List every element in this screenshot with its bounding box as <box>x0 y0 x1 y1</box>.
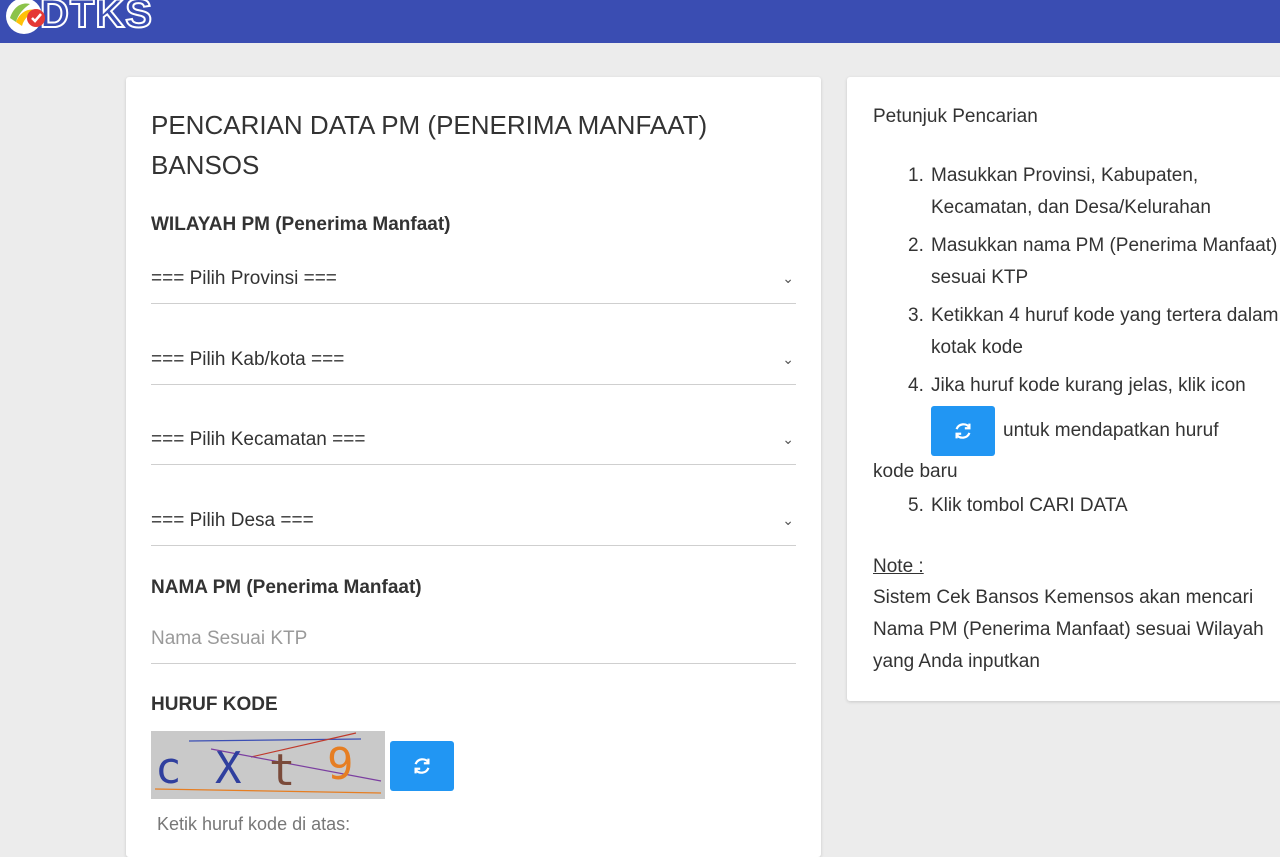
top-navbar: DTKS <box>0 0 1280 43</box>
refresh-captcha-example-button[interactable] <box>931 406 995 456</box>
kode-label: HURUF KODE <box>151 694 278 715</box>
kode-hint: Ketik huruf kode di atas: <box>157 814 351 834</box>
provinsi-select[interactable]: === Pilih Provinsi === ⌄ <box>151 254 796 304</box>
note-label: Note : <box>873 556 924 577</box>
chevron-down-icon: ⌄ <box>782 351 794 367</box>
step-text: Klik tombol CARI DATA <box>931 495 1128 516</box>
step-number: 1. <box>908 165 924 186</box>
guide-step: 2. Masukkan nama PM (Penerima Manfaat) s… <box>873 230 1280 294</box>
captcha-char: X <box>215 743 242 794</box>
step-text: Masukkan nama PM (Penerima Manfaat) sesu… <box>931 235 1278 288</box>
step-text: Ketikkan 4 huruf kode yang tertera dalam… <box>931 305 1279 358</box>
step-number: 4. <box>908 375 924 396</box>
captcha-image: c X t 9 <box>151 731 385 799</box>
search-form-card: PENCARIAN DATA PM (PENERIMA MANFAAT) BAN… <box>126 77 821 857</box>
step-text: Jika huruf kode kurang jelas, klik icon <box>931 375 1246 396</box>
chevron-down-icon: ⌄ <box>782 431 794 447</box>
guide-steps: 1. Masukkan Provinsi, Kabupaten, Kecamat… <box>873 160 1280 528</box>
refresh-icon <box>955 423 971 439</box>
chevron-down-icon: ⌄ <box>782 512 794 528</box>
desa-select[interactable]: === Pilih Desa === ⌄ <box>151 496 796 546</box>
step-number: 5. <box>908 495 924 516</box>
note-text: Sistem Cek Bansos Kemensos akan mencari … <box>873 587 1264 672</box>
step-text: untuk mendapatkan huruf <box>1003 420 1219 442</box>
nama-input[interactable] <box>151 614 796 664</box>
logo-mark-icon <box>6 0 45 34</box>
kecamatan-select-value: === Pilih Kecamatan === <box>151 428 366 450</box>
captcha-char: t <box>269 745 296 796</box>
logo-text: DTKS <box>39 0 153 37</box>
form-title: PENCARIAN DATA PM (PENERIMA MANFAAT) BAN… <box>151 110 708 180</box>
kabkota-select[interactable]: === Pilih Kab/kota === ⌄ <box>151 335 796 385</box>
refresh-icon <box>414 758 430 774</box>
kecamatan-select[interactable]: === Pilih Kecamatan === ⌄ <box>151 415 796 465</box>
chevron-down-icon: ⌄ <box>782 270 794 286</box>
dtks-logo[interactable]: DTKS <box>0 0 153 37</box>
guide-step: 4. Jika huruf kode kurang jelas, klik ic… <box>873 370 1280 488</box>
wilayah-label: WILAYAH PM (Penerima Manfaat) <box>151 214 451 235</box>
step-number: 2. <box>908 235 924 256</box>
refresh-captcha-button[interactable] <box>390 741 454 791</box>
desa-select-value: === Pilih Desa === <box>151 509 314 531</box>
guide-title: Petunjuk Pencarian <box>873 106 1038 127</box>
captcha-char: c <box>155 743 182 794</box>
nama-label: NAMA PM (Penerima Manfaat) <box>151 577 422 598</box>
step-text: kode baru <box>873 461 958 482</box>
kabkota-select-value: === Pilih Kab/kota === <box>151 348 345 370</box>
captcha-char: 9 <box>327 739 354 790</box>
step-number: 3. <box>908 305 924 326</box>
provinsi-select-value: === Pilih Provinsi === <box>151 267 337 289</box>
guide-step: 3. Ketikkan 4 huruf kode yang tertera da… <box>873 300 1280 364</box>
guide-step: 5. Klik tombol CARI DATA <box>873 490 1280 522</box>
guide-step: 1. Masukkan Provinsi, Kabupaten, Kecamat… <box>873 160 1280 224</box>
guide-card: Petunjuk Pencarian 1. Masukkan Provinsi,… <box>847 77 1280 701</box>
step-text: Masukkan Provinsi, Kabupaten, Kecamatan,… <box>931 165 1211 218</box>
